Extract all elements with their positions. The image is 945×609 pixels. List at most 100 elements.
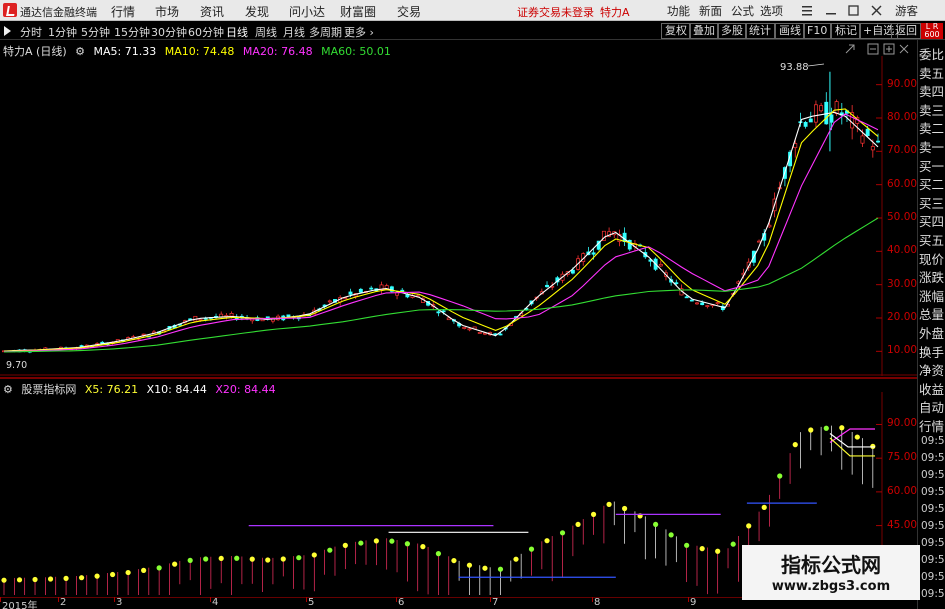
login-status: 证券交易未登录 <box>517 6 594 19</box>
btn-draw-line[interactable]: 画线 <box>775 23 805 39</box>
indicator-marker <box>854 434 860 440</box>
indicator-marker <box>187 557 193 563</box>
time-axis-tick <box>0 597 1 602</box>
price-tick-label: 10.00 <box>887 344 918 357</box>
candle-body <box>348 291 353 295</box>
close-panel-icon[interactable] <box>899 44 909 54</box>
zoom-in-icon[interactable] <box>883 43 895 55</box>
candle-body <box>803 121 808 127</box>
ma-line-ma20 <box>3 113 879 353</box>
time-axis-label: 7 <box>492 597 499 608</box>
ma-line-ma60 <box>3 217 879 353</box>
indicator-marker <box>839 425 845 431</box>
period-more[interactable]: 更多 › <box>344 24 374 40</box>
sidebar-item: 卖一 <box>919 140 945 155</box>
btn-overlay[interactable]: 叠加 <box>689 23 719 39</box>
indicator-marker <box>249 556 255 562</box>
menu-item-trade[interactable]: 交易 <box>397 3 421 20</box>
period-1min[interactable]: 1分钟 <box>48 24 77 40</box>
time-axis-label: 8 <box>594 597 601 608</box>
sidebar-item: 买二 <box>919 177 945 193</box>
indicator-marker <box>389 538 395 544</box>
menu-new-page[interactable]: 新面 <box>699 3 722 19</box>
period-multi[interactable]: 多周期 <box>309 24 342 40</box>
menu-function[interactable]: 功能 <box>667 3 690 19</box>
price-chart[interactable]: 93.88 9.70 <box>0 56 917 376</box>
btn-statistics[interactable]: 统计 <box>745 23 775 39</box>
indicator-marker <box>280 556 286 562</box>
candle-body <box>865 128 870 137</box>
sidebar-item[interactable]: 行情 <box>919 416 945 435</box>
menu-item-market[interactable]: 市场 <box>155 3 179 20</box>
indicator-marker <box>141 567 147 573</box>
quote-time: 09:52 <box>921 520 945 532</box>
badge-bottom: 600 <box>924 30 940 39</box>
menu-item-wealth[interactable]: 财富圈 <box>340 3 376 20</box>
menu-item-ask[interactable]: 问小达 <box>289 3 325 20</box>
quote-time: 09:52 <box>921 486 945 498</box>
indicator-marker <box>110 571 116 578</box>
indicator-tick-label: 60.00 <box>887 484 918 497</box>
period-tick[interactable]: 分时 <box>20 24 42 40</box>
candle-body <box>813 104 818 123</box>
menu-item-quotes[interactable]: 行情 <box>111 3 135 20</box>
menu-formula[interactable]: 公式 <box>731 3 754 19</box>
period-5min[interactable]: 5分钟 <box>81 24 110 40</box>
sidebar-item: 卖四 <box>919 84 945 100</box>
period-15min[interactable]: 15分钟 <box>114 24 150 40</box>
candle-body <box>860 135 865 144</box>
candle-body <box>674 282 679 285</box>
indicator-marker <box>327 547 333 553</box>
period-30min[interactable]: 30分钟 <box>151 24 187 40</box>
menu-icon[interactable] <box>802 6 812 16</box>
close-icon[interactable] <box>871 5 882 16</box>
quote-time: 09:52 <box>921 537 945 549</box>
candle-body <box>467 328 472 331</box>
period-monthly[interactable]: 月线 <box>283 24 305 40</box>
indicator-marker <box>125 569 131 576</box>
btn-back[interactable]: 返回 <box>891 23 921 39</box>
guest-user[interactable]: 游客 <box>895 3 918 19</box>
candle-body <box>808 118 813 123</box>
minimize-icon[interactable] <box>826 13 836 15</box>
indicator-marker <box>808 427 814 433</box>
indicator-marker <box>482 565 488 571</box>
indicator-marker <box>234 555 240 561</box>
candle-body <box>684 296 689 299</box>
period-toolbar: 分时 1分钟 5分钟 15分钟 30分钟 60分钟 日线 周线 月线 多周期 更… <box>0 22 945 40</box>
menu-options[interactable]: 选项 <box>760 3 783 19</box>
menu-item-news[interactable]: 资讯 <box>200 3 224 20</box>
time-axis-label: 6 <box>398 597 405 608</box>
indicator-marker <box>94 573 100 579</box>
indicator-marker <box>544 538 550 544</box>
indicator-marker <box>32 576 38 583</box>
btn-f10[interactable]: F10 <box>803 23 832 39</box>
candle-body <box>369 287 374 290</box>
sidebar-item[interactable]: 自动 <box>919 397 945 416</box>
play-icon[interactable] <box>4 26 11 36</box>
period-60min[interactable]: 60分钟 <box>188 24 224 40</box>
time-axis-label: 5 <box>308 597 315 608</box>
menu-item-discover[interactable]: 发现 <box>245 3 269 20</box>
sidebar-item: 委比 <box>919 47 945 62</box>
indicator-marker <box>1 577 7 583</box>
candle-body <box>705 305 710 307</box>
candle-body <box>689 299 694 302</box>
btn-mark[interactable]: 标记 <box>831 23 861 39</box>
candle-body <box>358 288 363 293</box>
zoom-out-icon[interactable] <box>867 43 879 55</box>
maximize-icon[interactable] <box>848 5 859 16</box>
period-daily[interactable]: 日线 <box>226 24 248 40</box>
btn-multi-stock[interactable]: 多股 <box>717 23 747 39</box>
btn-adjust[interactable]: 复权 <box>661 23 691 39</box>
indicator-marker <box>761 504 767 510</box>
sidebar-item: 买五 <box>919 233 945 248</box>
sidebar-item: 换手 <box>919 344 945 360</box>
level2-badge[interactable]: L R 600 <box>921 23 943 39</box>
period-weekly[interactable]: 周线 <box>255 24 277 40</box>
indicator-marker <box>528 546 535 552</box>
x20-line <box>829 428 875 443</box>
indicator-marker <box>420 544 426 550</box>
collapse-icon[interactable] <box>845 44 855 54</box>
candle-body <box>700 302 705 306</box>
